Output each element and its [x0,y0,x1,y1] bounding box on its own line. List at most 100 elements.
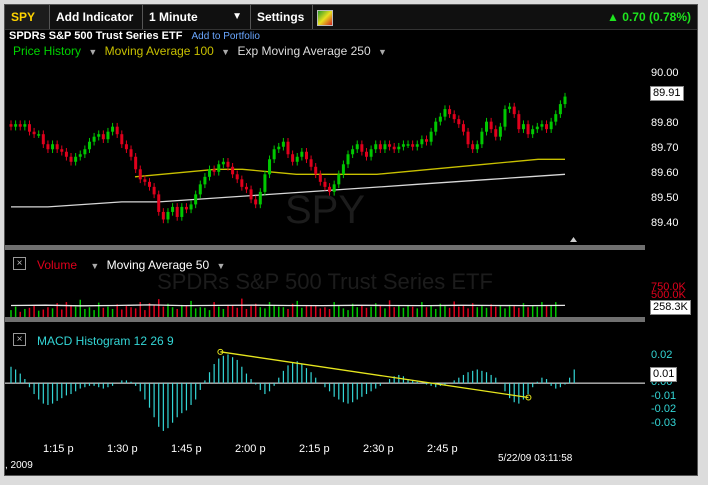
candle-body [184,206,188,210]
candle-body [378,144,382,150]
candle-body [235,174,239,180]
candle-body [420,139,424,145]
candle-body [406,144,410,146]
candle-body [494,129,498,137]
candle-body [64,151,68,157]
settings-button[interactable]: Settings [251,5,313,29]
candle-body [92,136,96,142]
candle-body [258,191,262,205]
candle-body [134,156,138,170]
candle-body [78,154,82,157]
macd-chart [5,348,645,431]
candle-body [111,126,115,132]
candle-body [448,109,452,115]
candle-body [189,204,193,210]
candle-body [341,164,345,175]
chevron-down-icon[interactable]: ▼ [378,47,387,57]
candle-body [37,134,41,136]
candle-body [161,211,165,220]
candle-body [485,121,489,132]
candle-body [443,109,447,117]
candle-body [254,199,258,205]
candle-body [268,159,272,175]
watermark-symbol: SPY [285,188,365,232]
candle-body [152,186,156,195]
legend-moving-average[interactable]: Moving Average 100 [105,44,214,58]
macd-tick-label: -0.03 [651,417,677,430]
candle-body [531,129,535,135]
candle-body [32,131,36,135]
candle-body [369,149,373,157]
last-volume-label: 258.3K [650,300,691,315]
chart-style-icon[interactable] [317,10,333,26]
candle-body [208,169,212,177]
legend-price-history[interactable]: Price History [13,44,81,58]
add-to-portfolio-link[interactable]: Add to Portfolio [192,31,260,42]
candle-body [521,124,525,130]
candle-body [124,144,128,150]
volume-ma-line [10,304,566,307]
candle-body [508,106,512,110]
price-change: ▲ 0.70 (0.78%) [607,5,691,29]
candle-body [466,131,470,145]
macd-tick-label: 0.02 [651,348,673,361]
candle-body [291,154,295,162]
timestamp: 5/22/09 03:11:58 [498,453,573,464]
candle-body [166,211,170,220]
candle-body [194,194,198,205]
last-macd-label: 0.01 [650,367,678,382]
price-tick-label: 89.60 [651,167,679,180]
candle-body [175,206,179,217]
symbol-field[interactable]: SPY [5,5,50,29]
moving-average-line [134,158,565,178]
time-tick-label: 1:30 p [107,443,138,455]
pane-divider[interactable] [5,317,645,322]
chevron-down-icon: ▼ [232,11,242,22]
price-tick-label: 89.80 [651,117,679,130]
candle-body [360,144,364,152]
scroll-up-icon[interactable] [570,237,577,242]
chevron-down-icon[interactable]: ▼ [221,47,230,57]
chevron-down-icon[interactable]: ▼ [88,47,97,57]
candle-body [23,124,27,127]
candle-body [411,144,415,147]
candle-body [231,166,235,175]
candle-body [323,181,327,187]
candle-body [60,149,64,152]
candle-body [263,174,267,192]
toolbar: SPY Add Indicator 1 Minute ▼ Settings ▲ 0… [5,5,697,30]
candle-body [180,206,184,217]
candle-body [46,144,50,150]
price-tick-label: 90.00 [651,67,679,79]
time-tick-label: 2:30 p [363,443,394,455]
candle-body [512,106,516,115]
candle-body [337,174,341,185]
volume-chart: SPDRs S&P 500 Trust Series ETF [10,269,566,317]
candle-body [157,194,161,212]
candle-body [318,174,322,182]
candle-body [346,154,350,165]
candle-body [272,149,276,160]
candle-body [281,141,285,147]
candle-body [203,176,207,185]
candle-body [480,131,484,145]
candle-body [540,124,544,127]
candle-body [55,144,59,150]
price-tick-label: 89.50 [651,192,679,205]
candle-body [9,124,13,127]
candle-body [143,179,147,182]
candle-body [295,156,299,162]
timeframe-select[interactable]: 1 Minute ▼ [143,5,251,29]
candle-body [425,139,428,142]
candle-body [74,156,78,162]
pane-divider[interactable] [5,245,645,250]
candle-body [438,116,442,122]
add-indicator-button[interactable]: Add Indicator [50,5,143,29]
candle-body [498,126,502,137]
legend-exp-moving-average[interactable]: Exp Moving Average 250 [237,44,370,58]
candle-body [434,121,438,132]
candle-body [249,189,253,200]
candle-body [106,131,110,140]
macd-tick-label: -0.02 [651,403,677,416]
candle-body [397,146,401,150]
